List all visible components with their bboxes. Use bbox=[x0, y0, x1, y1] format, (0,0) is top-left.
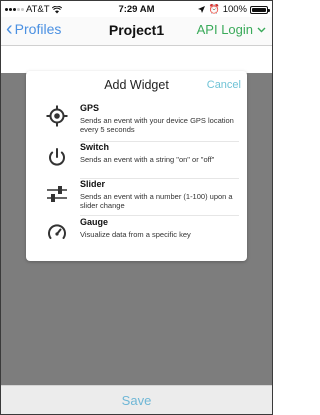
phone-screen: AT&T 7:29 AM ⏰ 100% ‹ Profiles Project1 … bbox=[0, 0, 273, 415]
widget-option-gauge[interactable]: Gauge Visualize data from a specific key bbox=[26, 217, 247, 247]
divider bbox=[80, 215, 239, 216]
save-button[interactable]: Save bbox=[1, 385, 272, 414]
widget-description: Visualize data from a specific key bbox=[80, 230, 191, 239]
battery-icon bbox=[250, 5, 270, 14]
add-widget-modal: Add Widget Cancel GPS Sends an event wit… bbox=[26, 71, 247, 261]
navigation-bar: ‹ Profiles Project1 API Login bbox=[1, 17, 272, 46]
widget-description: Sends an event with your device GPS loca… bbox=[80, 116, 234, 134]
back-button[interactable]: ‹ Profiles bbox=[6, 18, 62, 40]
chevron-left-icon: ‹ bbox=[6, 18, 13, 40]
widget-name: Slider bbox=[80, 179, 106, 189]
location-arrow-icon bbox=[198, 6, 206, 13]
back-label: Profiles bbox=[14, 21, 62, 37]
widget-description: Sends an event with a number (1-100) upo… bbox=[80, 192, 233, 210]
widget-option-switch[interactable]: Switch Sends an event with a string "on"… bbox=[26, 142, 247, 178]
battery-percent: 100% bbox=[222, 4, 247, 15]
save-label: Save bbox=[121, 393, 152, 408]
widget-name: GPS bbox=[80, 103, 100, 113]
widget-option-gps[interactable]: GPS Sends an event with your device GPS … bbox=[26, 103, 247, 139]
chevron-down-icon bbox=[257, 27, 266, 32]
gauge-icon bbox=[46, 221, 68, 243]
api-login-label: API Login bbox=[196, 22, 253, 37]
cancel-button[interactable]: Cancel bbox=[207, 79, 241, 91]
content-area bbox=[1, 46, 272, 73]
api-login-button[interactable]: API Login bbox=[197, 22, 266, 37]
slider-icon bbox=[46, 183, 68, 205]
status-right: ⏰ 100% bbox=[198, 4, 270, 15]
power-icon bbox=[46, 146, 68, 168]
gps-icon bbox=[46, 105, 68, 127]
alarm-icon: ⏰ bbox=[208, 4, 220, 14]
widget-description: Sends an event with a string "on" or "of… bbox=[80, 155, 215, 164]
widget-option-slider[interactable]: Slider Sends an event with a number (1-1… bbox=[26, 179, 247, 215]
widget-name: Switch bbox=[80, 142, 110, 152]
status-bar: AT&T 7:29 AM ⏰ 100% bbox=[1, 1, 272, 17]
widget-name: Gauge bbox=[80, 217, 109, 227]
